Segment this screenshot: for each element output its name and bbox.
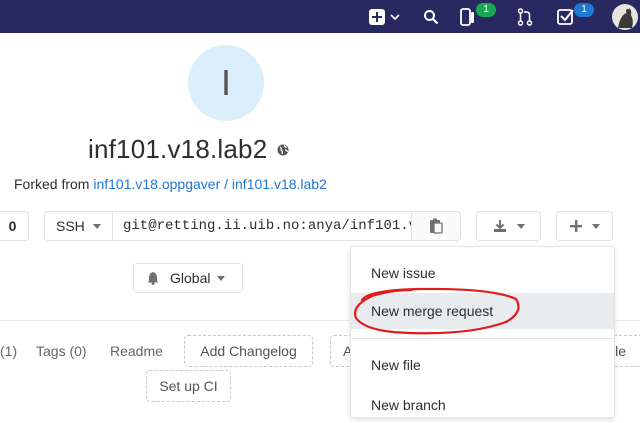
chevron-down-icon <box>217 275 226 281</box>
new-item-dropdown-menu: New issue New merge request New file New… <box>350 246 615 418</box>
download-dropdown-button[interactable] <box>476 211 541 241</box>
clipboard-icon <box>430 218 443 234</box>
globe-icon <box>277 144 289 156</box>
merge-requests-link[interactable] <box>512 0 538 33</box>
add-dropdown-button[interactable] <box>556 211 613 241</box>
bell-icon <box>147 272 159 285</box>
issues-count-badge: 1 <box>476 3 496 17</box>
tags-link[interactable]: Tags (0) <box>36 343 87 359</box>
project-title: inf101.v18.lab2 <box>88 134 268 164</box>
download-icon <box>493 220 506 232</box>
merge-request-icon <box>517 7 533 26</box>
copy-url-button[interactable] <box>411 211 461 241</box>
forked-from-link[interactable]: inf101.v18.oppgaver / inf101.v18.lab2 <box>93 176 327 192</box>
forked-from-line: Forked from inf101.v18.oppgaver / inf101… <box>14 176 327 192</box>
todo-check-icon <box>557 9 574 25</box>
dropdown-divider <box>351 338 614 339</box>
star-count-value: 0 <box>8 218 17 234</box>
forked-from-label: Forked from <box>14 176 90 192</box>
clone-protocol-select[interactable]: SSH <box>44 211 113 241</box>
new-merge-request-item[interactable]: New merge request <box>351 293 614 329</box>
chevron-down-icon <box>390 13 400 20</box>
set-up-ci-button[interactable]: Set up CI <box>146 370 231 402</box>
notification-level-button[interactable]: Global <box>133 263 243 293</box>
project-avatar: I <box>188 45 264 121</box>
user-avatar <box>612 3 638 30</box>
project-avatar-letter: I <box>220 62 231 103</box>
readme-link[interactable]: Readme <box>110 343 163 359</box>
new-dropdown-toggle[interactable] <box>364 0 404 33</box>
new-branch-item[interactable]: New branch <box>351 387 614 423</box>
partial-count-link[interactable]: (1) <box>0 343 17 359</box>
todos-link[interactable]: 1 <box>554 0 596 33</box>
notification-level-label: Global <box>170 270 211 286</box>
new-issue-item[interactable]: New issue <box>351 255 614 291</box>
todos-count-badge: 1 <box>574 3 594 17</box>
star-count[interactable]: 0 <box>0 211 29 241</box>
chevron-down-icon <box>92 223 101 229</box>
clone-protocol-label: SSH <box>56 218 85 234</box>
chevron-down-icon <box>591 223 600 229</box>
user-menu[interactable] <box>610 0 640 33</box>
plus-icon <box>569 220 582 232</box>
new-file-item[interactable]: New file <box>351 347 614 383</box>
search-button[interactable] <box>418 0 444 33</box>
add-changelog-button[interactable]: Add Changelog <box>184 335 313 367</box>
search-icon <box>424 9 439 24</box>
issues-link[interactable]: 1 <box>456 0 496 33</box>
plus-square-icon <box>369 8 385 25</box>
clone-url-input[interactable]: git@retting.ii.uib.no:anya/inf101.v18.la… <box>112 211 412 241</box>
chevron-down-icon <box>516 223 525 229</box>
top-navbar: 1 1 <box>0 0 640 33</box>
issues-icon <box>460 8 474 26</box>
